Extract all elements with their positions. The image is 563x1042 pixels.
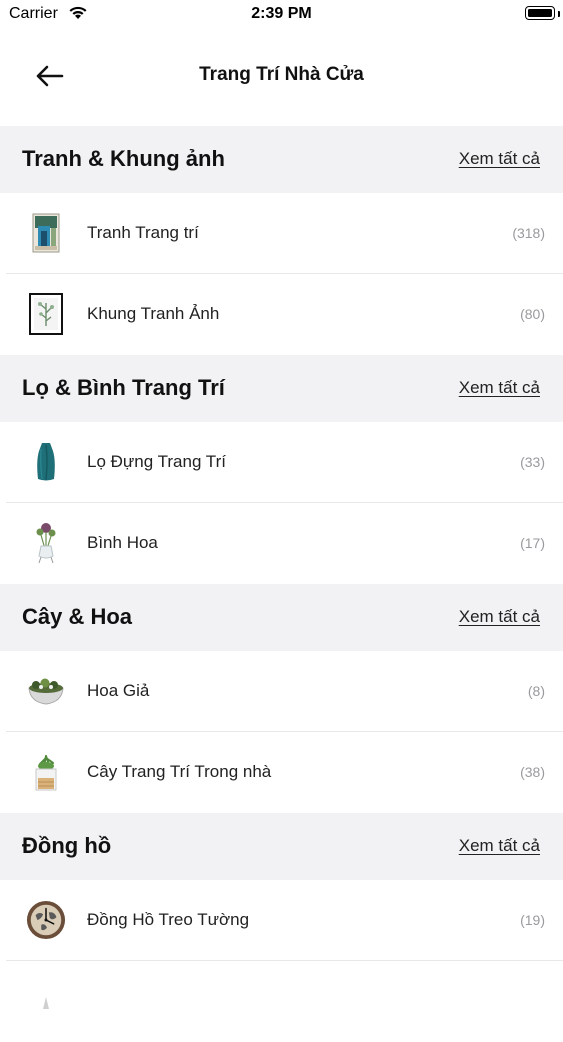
item-count: (8) — [527, 683, 545, 699]
battery-icon — [525, 6, 555, 20]
list-item[interactable]: Cây Trang Trí Trong nhà (38) — [0, 732, 563, 813]
section-title: Cây & Hoa — [22, 604, 133, 629]
item-count: (19) — [520, 912, 545, 928]
item-count: (33) — [520, 454, 545, 470]
potted-plant-thumbnail-icon — [26, 752, 66, 792]
see-all-link[interactable]: Xem tất cả — [459, 607, 540, 627]
item-label: Bình Hoa — [87, 533, 158, 552]
item-count: (17) — [520, 535, 545, 551]
painting-thumbnail-icon — [26, 213, 66, 253]
item-label: Lọ Đựng Trang Trí — [87, 452, 226, 471]
section-title: Tranh & Khung ảnh — [22, 146, 225, 171]
list-item[interactable]: Khung Tranh Ảnh (80) — [0, 274, 563, 355]
navigation-bar: Trang Trí Nhà Cửa — [0, 30, 563, 125]
item-count: (38) — [520, 764, 545, 780]
section-title: Đồng hồ — [22, 833, 112, 858]
list-item[interactable]: Tranh Trang trí (318) — [0, 193, 563, 274]
list-item[interactable]: Lọ Đựng Trang Trí (33) — [0, 422, 563, 503]
see-all-link[interactable]: Xem tất cả — [459, 836, 540, 856]
section-header-cay-hoa: Cây & Hoa Xem tất cả — [0, 584, 563, 651]
flower-vase-thumbnail-icon — [26, 523, 66, 564]
list-item[interactable]: Hoa Giả (8) — [0, 651, 563, 732]
item-label: Tranh Trang trí — [87, 223, 199, 242]
vase-thumbnail-icon — [26, 442, 66, 482]
picture-frame-thumbnail-icon — [26, 293, 66, 335]
list-item[interactable]: Bình Hoa (17) — [0, 503, 563, 584]
list-item[interactable]: Đồng Hồ Treo Tường (19) — [0, 880, 563, 961]
item-label: Đồng Hồ Treo Tường — [87, 910, 250, 929]
section-header-lo-binh-trang-tri: Lọ & Bình Trang Trí Xem tất cả — [0, 355, 563, 422]
category-list: Tranh & Khung ảnh Xem tất cả Tranh Trang… — [0, 126, 563, 1042]
see-all-link[interactable]: Xem tất cả — [459, 149, 540, 169]
item-label: Hoa Giả — [87, 681, 150, 700]
clock: 2:39 PM — [251, 5, 312, 22]
item-count: (318) — [512, 225, 545, 241]
partial-item-thumbnail-icon — [26, 985, 66, 1025]
section-header-dong-ho: Đồng hồ Xem tất cả — [0, 813, 563, 880]
artificial-flower-thumbnail-icon — [26, 671, 66, 711]
wall-clock-thumbnail-icon — [26, 900, 66, 940]
list-item[interactable] — [0, 961, 563, 1042]
page-title: Trang Trí Nhà Cửa — [199, 64, 364, 85]
status-bar: Carrier 2:39 PM — [0, 0, 563, 30]
item-count: (80) — [520, 306, 545, 322]
section-header-tranh-khung-anh: Tranh & Khung ảnh Xem tất cả — [0, 126, 563, 193]
section-title: Lọ & Bình Trang Trí — [22, 375, 225, 400]
item-label: Cây Trang Trí Trong nhà — [87, 762, 272, 781]
item-label: Khung Tranh Ảnh — [87, 304, 220, 323]
see-all-link[interactable]: Xem tất cả — [459, 378, 540, 398]
